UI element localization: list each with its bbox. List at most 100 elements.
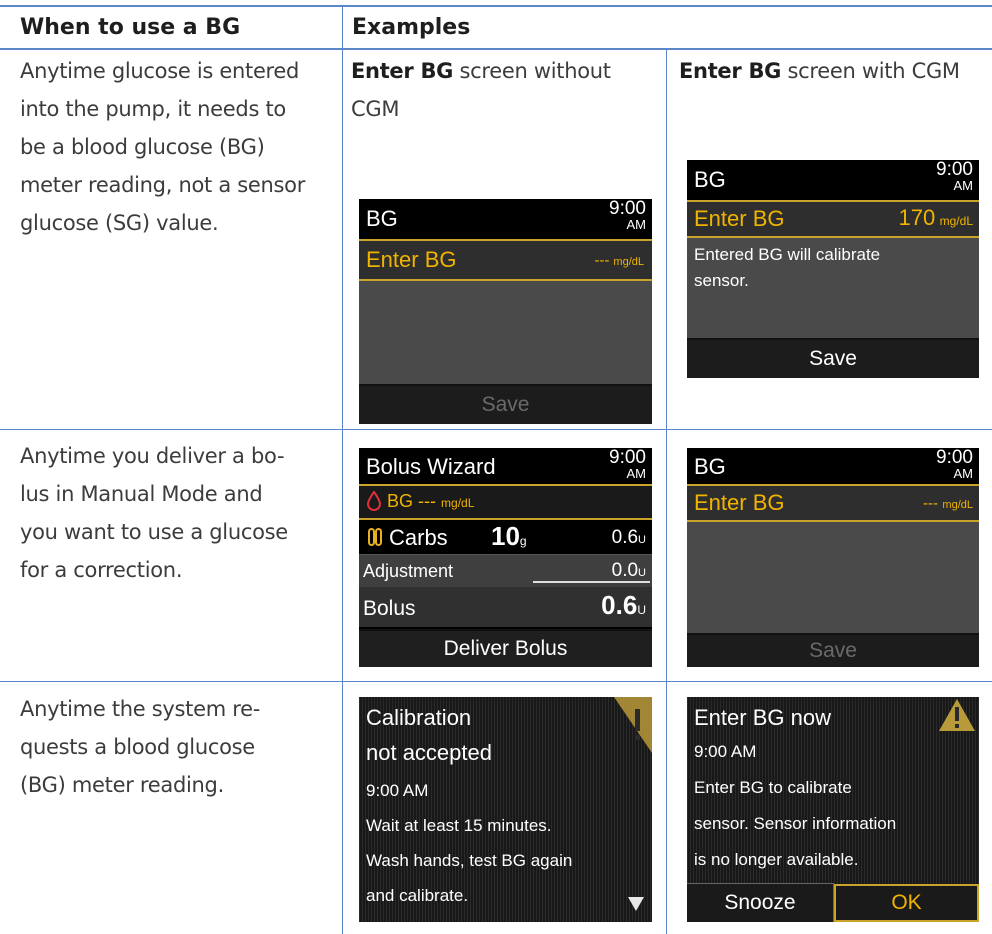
enter-bg-label: Enter BG <box>694 490 785 515</box>
alert-calibration-not-accepted: Calibration not accepted 9:00 AM Wait at… <box>359 697 652 922</box>
bg-unit: mg/dL <box>441 496 475 510</box>
caption-enter-bg-no-cgm: Enter BG screen without CGM <box>351 52 661 128</box>
screen-header: Bolus Wizard 9:00 AM <box>359 448 652 486</box>
alert-message-line: Enter BG to calibrate <box>694 778 852 797</box>
screen-clock: 9:00 AM <box>609 199 647 233</box>
adjustment-label: Adjustment <box>363 561 454 581</box>
screen-clock: 9:00 AM <box>936 160 974 194</box>
bolus-label: Bolus <box>363 597 416 620</box>
screen-enter-bg-no-cgm: BG 9:00 AM Enter BG --- mg/dL Save <box>359 199 652 424</box>
adjustment-underline <box>533 581 650 583</box>
screen-header: BG 9:00 AM <box>687 448 979 486</box>
carbs-icon <box>367 527 383 552</box>
clock-ampm: AM <box>953 178 974 193</box>
clock-time: 9:00 <box>609 199 646 219</box>
caption-enter-bg-cgm: Enter BG screen with CGM <box>679 52 992 90</box>
alert-message-line: is no longer available. <box>694 850 859 869</box>
row2-line: you want to use a glucose <box>20 520 288 544</box>
alert-time: 9:00 AM <box>694 742 757 761</box>
warning-icon <box>604 697 652 760</box>
bg-value: 170 <box>898 205 936 230</box>
adjustment-value: 0.0 <box>611 560 639 581</box>
row3-description: Anytime the system re- quests a blood gl… <box>20 690 338 804</box>
row1-line: into the pump, it needs to <box>20 97 286 121</box>
alert-message-line: sensor. Sensor information <box>694 814 897 833</box>
scroll-down-arrow-icon[interactable] <box>628 897 644 916</box>
bg-value: --- <box>922 495 938 512</box>
snooze-button[interactable]: Snooze <box>687 883 834 922</box>
screen-enter-bg-manual: BG 9:00 AM Enter BG --- mg/dL Save <box>687 448 979 667</box>
clock-time: 9:00 <box>609 448 646 468</box>
enter-bg-label: Enter BG <box>366 247 457 272</box>
bg-unit: mg/dL <box>942 499 973 511</box>
alert-title-line: Calibration <box>366 705 472 730</box>
save-button[interactable]: Save <box>687 338 979 378</box>
clock-time: 9:00 <box>936 160 973 180</box>
screen-title: BG <box>694 454 726 479</box>
screen-title: BG <box>694 167 726 192</box>
row1-line: Anytime glucose is entered <box>20 59 300 83</box>
carbs-value: 10 <box>491 521 520 551</box>
screen-clock: 9:00 AM <box>936 448 974 482</box>
screen-clock: 9:00 AM <box>609 448 647 482</box>
col2-header: Examples <box>352 15 471 40</box>
screen-header: BG 9:00 AM <box>687 160 979 202</box>
row1-rule <box>0 429 992 430</box>
alert-title-line: not accepted <box>366 740 492 765</box>
screen-bolus-wizard: Bolus Wizard 9:00 AM BG --- mg/dL Carbs 1… <box>359 448 652 667</box>
carbs-insulin-unit: U <box>638 534 646 546</box>
row1-description: Anytime glucose is entered into the pump… <box>20 52 338 242</box>
clock-ampm: AM <box>953 466 974 481</box>
row3-line: (BG) meter reading. <box>20 773 224 797</box>
save-button[interactable]: Save <box>359 384 652 424</box>
alert-message-line: Wait at least 15 minutes. <box>366 816 552 835</box>
row3-line: Anytime the system re- <box>20 697 261 721</box>
row2-line: for a correction. <box>20 558 183 582</box>
ok-button[interactable]: OK <box>834 884 979 922</box>
row1-line: glucose (SG) value. <box>20 211 219 235</box>
col1-header: When to use a BG <box>20 15 241 40</box>
carbs-row[interactable]: Carbs 10g 0.6U <box>359 520 652 555</box>
row2-line: lus in Manual Mode and <box>20 482 263 506</box>
row3-line: quests a blood glucose <box>20 735 255 759</box>
bolus-row: Bolus 0.6U <box>359 587 652 627</box>
row2-description: Anytime you deliver a bo- lus in Manual … <box>20 437 338 589</box>
enter-bg-row[interactable]: Enter BG --- mg/dL <box>687 486 979 522</box>
carbs-unit: g <box>519 534 527 548</box>
screen-title: Bolus Wizard <box>366 454 496 479</box>
bg-label: BG <box>387 491 414 511</box>
enter-bg-row[interactable]: Enter BG 170 mg/dL <box>687 202 979 238</box>
alert-title: Enter BG now <box>694 705 831 730</box>
bg-unit: mg/dL <box>613 256 644 268</box>
clock-ampm: AM <box>626 466 647 481</box>
bg-value: --- <box>418 491 437 511</box>
screen-title: BG <box>366 206 398 231</box>
clock-time: 9:00 <box>936 448 973 468</box>
enter-bg-row[interactable]: Enter BG --- mg/dL <box>359 241 652 281</box>
bg-value: --- <box>594 252 610 269</box>
deliver-bolus-button[interactable]: Deliver Bolus <box>359 629 652 667</box>
screen-enter-bg-cgm: BG 9:00 AM Enter BG 170 mg/dL Entered BG … <box>687 160 979 378</box>
bg-unit: mg/dL <box>939 214 973 228</box>
save-button[interactable]: Save <box>687 633 979 667</box>
message-line: sensor. <box>694 271 749 290</box>
alert-message-line: and calibrate. <box>366 886 469 905</box>
caption-rest-2: CGM <box>351 97 400 121</box>
clock-ampm: AM <box>626 217 647 232</box>
message-line: Entered BG will calibrate <box>694 245 881 264</box>
carbs-insulin-value: 0.6 <box>611 527 639 548</box>
table-top-rule <box>0 5 992 7</box>
caption-rest: screen with CGM <box>781 59 960 83</box>
row1-line: meter reading, not a sensor <box>20 173 306 197</box>
adjustment-row[interactable]: Adjustment 0.0U <box>359 555 652 587</box>
alert-message-line: Wash hands, test BG again <box>366 851 573 870</box>
enter-bg-label: Enter BG <box>694 206 785 231</box>
caption-bold: Enter BG <box>679 59 782 83</box>
row2-line: Anytime you deliver a bo- <box>20 444 285 468</box>
bg-row[interactable]: BG --- mg/dL <box>359 486 652 520</box>
alert-time: 9:00 AM <box>366 781 429 800</box>
caption-rest: screen without <box>453 59 611 83</box>
bolus-unit: U <box>637 603 646 617</box>
warning-icon <box>935 697 979 738</box>
adjustment-unit: U <box>638 567 646 579</box>
